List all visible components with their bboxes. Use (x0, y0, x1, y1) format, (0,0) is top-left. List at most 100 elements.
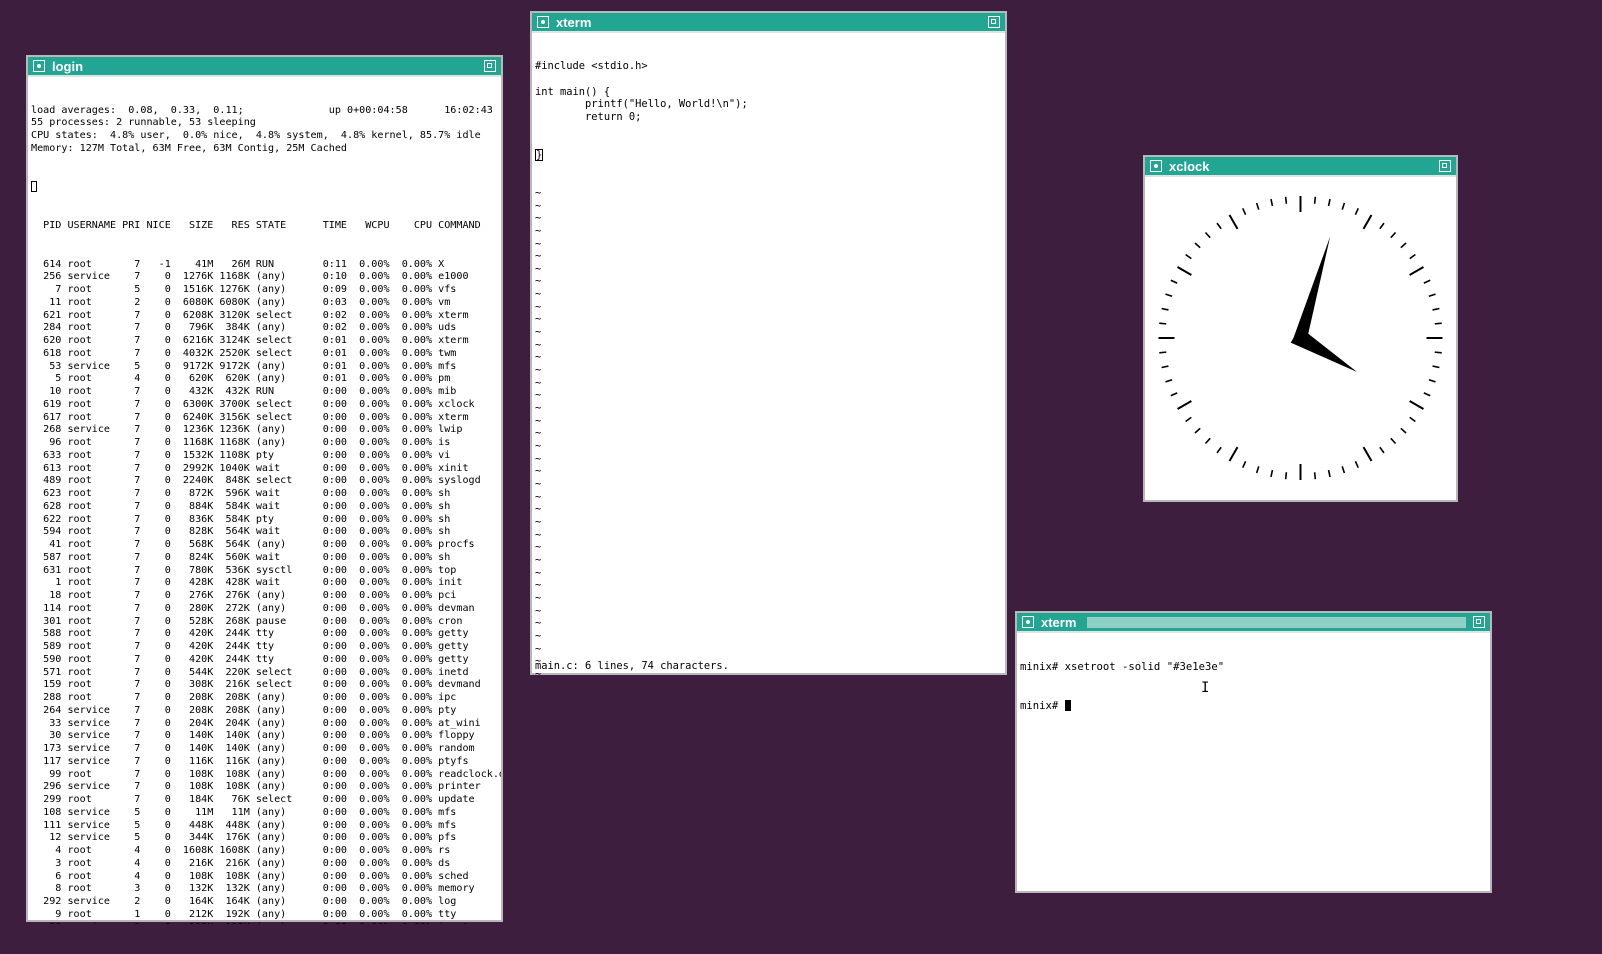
maximize-icon[interactable] (1439, 160, 1451, 172)
shell-xterm-titlebar[interactable]: xterm (1017, 613, 1490, 633)
table-row: 18 root 7 0 276K 276K (any) 0:00 0.00% 0… (31, 590, 457, 601)
empty-line-tilde: ~ (535, 326, 542, 339)
table-row: 268 service 7 0 1236K 1236K (any) 0:00 0… (31, 424, 463, 436)
clock-tick (1165, 378, 1173, 383)
clock-tick (1228, 446, 1239, 462)
clock-tick (1409, 400, 1424, 410)
table-row: 628 root 7 0 884K 584K wait 0:00 0.00% 0… (31, 500, 451, 512)
table-row: 292 service 2 0 164K 164K (any) 0:00 0.0… (31, 896, 457, 907)
table-row: 4 root 4 0 1608K 1608K (any) 0:00 0.00% … (31, 845, 451, 856)
table-row: 288 root 7 0 208K 208K (any) 0:00 0.00% … (31, 692, 457, 703)
clock-tick (1432, 307, 1440, 311)
vi-xterm-titlebar[interactable]: xterm (532, 13, 1005, 33)
top-header-line: 55 processes: 2 runnable, 53 sleeping (31, 117, 256, 129)
maximize-icon[interactable] (1473, 616, 1485, 628)
clock-tick (1255, 202, 1260, 210)
maximize-icon[interactable] (484, 60, 496, 72)
table-row: 5 root 4 0 620K 620K (any) 0:01 0.00% 0.… (31, 373, 451, 385)
table-row: 159 root 7 0 308K 216K select 0:00 0.00%… (31, 679, 481, 691)
clock-tick (1379, 222, 1385, 230)
code-line: printf("Hello, World!\n"); (535, 98, 748, 111)
clock-tick (1400, 427, 1407, 434)
top-output[interactable]: load averages: 0.08, 0.33, 0.11; up 0+00… (28, 77, 501, 924)
table-row: 264 service 7 0 208K 208K (any) 0:00 0.0… (31, 704, 457, 716)
window-menu-icon[interactable] (1022, 616, 1034, 628)
clock-tick (1379, 446, 1385, 454)
window-menu-icon[interactable] (33, 60, 45, 72)
table-row: 617 root 7 0 6240K 3156K select 0:00 0.0… (31, 411, 469, 423)
clock-tick (1327, 198, 1331, 207)
vi-cursor-line: } (535, 148, 1002, 162)
vi-empty-lines: ~~~~~~~~~~~~~~~~~~~~~~~~~~~~~~~~~~~~~~~~… (535, 187, 1002, 675)
clock-tick (1400, 242, 1407, 249)
empty-line-tilde: ~ (535, 642, 542, 655)
maximize-icon[interactable] (988, 16, 1000, 28)
table-row: 590 root 7 0 420K 244K tty 0:00 0.00% 0.… (31, 653, 469, 665)
empty-line-tilde: ~ (535, 579, 542, 592)
login-window[interactable]: login load averages: 0.08, 0.33, 0.11; u… (26, 55, 503, 924)
empty-line-tilde: ~ (535, 212, 542, 225)
clock-tick (1284, 472, 1288, 480)
vi-editor[interactable]: #include <stdio.h> int main() { printf("… (532, 33, 1005, 675)
login-titlebar[interactable]: login (28, 57, 501, 77)
analog-clock-face (1158, 196, 1443, 480)
vi-xterm-window[interactable]: xterm #include <stdio.h> int main() { pr… (530, 11, 1007, 675)
table-row: 299 root 7 0 184K 76K select 0:00 0.00% … (31, 794, 475, 805)
table-row: 284 root 7 0 796K 384K (any) 0:02 0.00% … (31, 322, 457, 334)
table-row: 7 root 5 0 1516K 1276K (any) 0:09 0.00% … (31, 284, 457, 295)
clock-tick (1177, 266, 1192, 276)
xclock-titlebar[interactable]: xclock (1145, 157, 1456, 177)
empty-line-tilde: ~ (535, 250, 542, 263)
shell-terminal[interactable]: minix# xsetroot -solid "#3e1e3e" minix# (1017, 633, 1490, 893)
table-row: 8 root 3 0 132K 132K (any) 0:00 0.00% 0.… (31, 883, 475, 895)
table-row: 633 root 7 0 1532K 1108K pty 0:00 0.00% … (31, 449, 451, 461)
window-menu-icon[interactable] (1150, 160, 1162, 172)
empty-line-tilde: ~ (535, 503, 542, 516)
empty-line-tilde: ~ (535, 591, 542, 604)
xclock-window[interactable]: xclock (1143, 155, 1458, 502)
clock-tick (1270, 469, 1274, 478)
clock-tick (1434, 351, 1442, 354)
clock-tick (1161, 365, 1169, 369)
clock-tick (1161, 307, 1169, 311)
table-row: 41 root 7 0 568K 564K (any) 0:00 0.00% 0… (31, 539, 475, 550)
hour-hand (1290, 327, 1358, 372)
empty-line-tilde: ~ (535, 541, 542, 554)
clock-tick (1423, 279, 1431, 284)
empty-line-tilde: ~ (535, 414, 542, 427)
clock-tick (1242, 207, 1247, 215)
table-row: 111 service 5 0 448K 448K (any) 0:00 0.0… (31, 819, 457, 831)
clock-tick (1204, 437, 1211, 445)
table-row: 1 root 7 0 428K 428K wait 0:00 0.00% 0.0… (31, 577, 463, 589)
shell-xterm-window[interactable]: xterm minix# xsetroot -solid "#3e1e3e" m… (1015, 611, 1492, 893)
top-header-line: Memory: 127M Total, 63M Free, 63M Contig… (31, 142, 348, 154)
vi-code-buffer: #include <stdio.h> int main() { printf("… (535, 60, 1002, 123)
window-title: xclock (1169, 159, 1210, 174)
clock-tick (1177, 400, 1192, 410)
clock-tick (1362, 446, 1373, 462)
clock-tick (1204, 231, 1211, 239)
table-row: 117 service 7 0 116K 116K (any) 0:00 0.0… (31, 755, 469, 767)
table-row: 256 service 7 0 1276K 1168K (any) 0:10 0… (31, 271, 469, 283)
vi-cursor: } (535, 148, 544, 161)
empty-line-tilde: ~ (535, 427, 542, 440)
table-row: 20 service 1 0 112K 112K (any) 0:00 0.00… (31, 922, 498, 925)
clock-tick (1341, 466, 1346, 474)
empty-line-tilde: ~ (535, 465, 542, 478)
top-header: load averages: 0.08, 0.33, 0.11; up 0+00… (31, 105, 498, 156)
clock-tick (1159, 351, 1167, 354)
shell-line: minix# xsetroot -solid "#3e1e3e" (1020, 660, 1225, 673)
table-row: 613 root 7 0 2992K 1040K wait 0:00 0.00%… (31, 462, 469, 474)
top-column-headers: PID USERNAME PRI NICE SIZE RES STATE TIM… (31, 220, 481, 232)
empty-line-tilde: ~ (535, 313, 542, 326)
clock-tick (1434, 322, 1442, 325)
window-title: xterm (556, 15, 592, 30)
empty-line-tilde: ~ (535, 224, 542, 237)
empty-line-tilde: ~ (535, 186, 542, 199)
window-menu-icon[interactable] (537, 16, 549, 28)
table-row: 594 root 7 0 828K 564K wait 0:00 0.00% 0… (31, 526, 451, 538)
empty-line-tilde: ~ (535, 566, 542, 579)
clock-tick (1194, 242, 1201, 249)
empty-line-tilde: ~ (535, 604, 542, 617)
